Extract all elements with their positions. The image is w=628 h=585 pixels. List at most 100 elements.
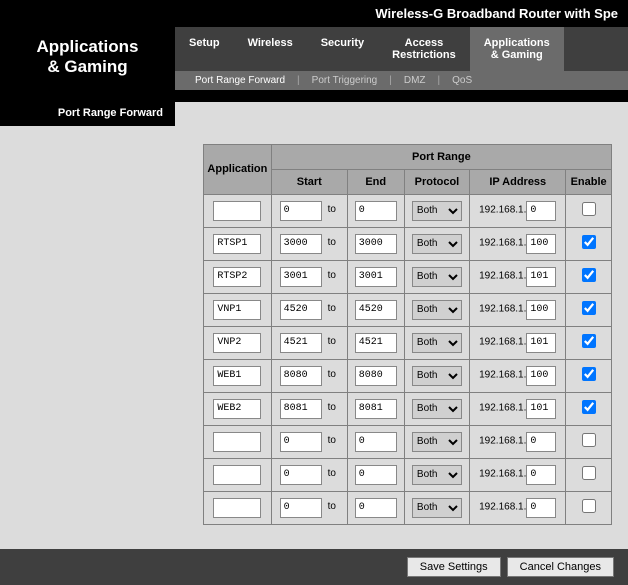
table-row: to Both192.168.1. — [204, 326, 612, 359]
protocol-select[interactable]: Both — [412, 234, 462, 254]
table-title: Port Range — [271, 144, 611, 169]
enable-checkbox[interactable] — [582, 235, 596, 249]
tab-wireless[interactable]: Wireless — [234, 27, 307, 71]
end-input[interactable] — [355, 498, 397, 518]
col-enable: Enable — [566, 169, 612, 194]
application-input[interactable] — [213, 333, 261, 353]
application-input[interactable] — [213, 465, 261, 485]
content-row: Application Port Range Start End Protoco… — [0, 126, 628, 549]
tab-access[interactable]: Access Restrictions — [378, 27, 470, 71]
col-ip: IP Address — [470, 169, 566, 194]
ip-prefix: 192.168.1. — [479, 435, 526, 446]
application-input[interactable] — [213, 498, 261, 518]
col-protocol: Protocol — [404, 169, 470, 194]
table-row: to Both192.168.1. — [204, 293, 612, 326]
end-input[interactable] — [355, 300, 397, 320]
end-input[interactable] — [355, 432, 397, 452]
nav: Setup Wireless Security Access Restricti… — [175, 27, 628, 102]
start-input[interactable] — [280, 234, 322, 254]
ip-prefix: 192.168.1. — [479, 237, 526, 248]
start-input[interactable] — [280, 465, 322, 485]
cancel-button[interactable]: Cancel Changes — [507, 557, 614, 577]
ip-input[interactable] — [526, 234, 556, 254]
save-button[interactable]: Save Settings — [407, 557, 501, 577]
application-input[interactable] — [213, 300, 261, 320]
enable-checkbox[interactable] — [582, 202, 596, 216]
ip-prefix: 192.168.1. — [479, 468, 526, 479]
start-input[interactable] — [280, 267, 322, 287]
start-input[interactable] — [280, 399, 322, 419]
start-input[interactable] — [280, 498, 322, 518]
tab-setup[interactable]: Setup — [175, 27, 234, 71]
enable-checkbox[interactable] — [582, 301, 596, 315]
table-row: to Both192.168.1. — [204, 491, 612, 524]
subtab-port-triggering[interactable]: Port Triggering — [300, 75, 390, 86]
enable-checkbox[interactable] — [582, 433, 596, 447]
end-input[interactable] — [355, 465, 397, 485]
enable-checkbox[interactable] — [582, 367, 596, 381]
end-input[interactable] — [355, 267, 397, 287]
application-input[interactable] — [213, 201, 261, 221]
enable-checkbox[interactable] — [582, 466, 596, 480]
end-input[interactable] — [355, 201, 397, 221]
application-input[interactable] — [213, 366, 261, 386]
ip-input[interactable] — [526, 498, 556, 518]
application-input[interactable] — [213, 234, 261, 254]
application-input[interactable] — [213, 267, 261, 287]
to-label: to — [325, 468, 339, 479]
start-input[interactable] — [280, 300, 322, 320]
protocol-select[interactable]: Both — [412, 201, 462, 221]
ip-input[interactable] — [526, 399, 556, 419]
protocol-select[interactable]: Both — [412, 366, 462, 386]
application-input[interactable] — [213, 432, 261, 452]
sub-tabs: Port Range Forward | Port Triggering | D… — [175, 71, 628, 90]
ip-input[interactable] — [526, 333, 556, 353]
end-input[interactable] — [355, 333, 397, 353]
table-row: to Both 192.168.1. — [204, 458, 612, 491]
ip-prefix: 192.168.1. — [479, 336, 526, 347]
enable-checkbox[interactable] — [582, 499, 596, 513]
table-row: to Both192.168.1. — [204, 359, 612, 392]
subtab-dmz[interactable]: DMZ — [392, 75, 438, 86]
protocol-select[interactable]: Both — [412, 465, 462, 485]
to-label: to — [325, 435, 339, 446]
to-label: to — [325, 270, 339, 281]
start-input[interactable] — [280, 366, 322, 386]
brand-label: Applications & Gaming — [0, 27, 175, 102]
subtab-port-range-forward[interactable]: Port Range Forward — [183, 75, 297, 86]
application-input[interactable] — [213, 399, 261, 419]
enable-checkbox[interactable] — [582, 334, 596, 348]
to-label: to — [325, 204, 339, 215]
ip-input[interactable] — [526, 201, 556, 221]
start-input[interactable] — [280, 432, 322, 452]
page-title: Port Range Forward — [0, 102, 175, 126]
protocol-select[interactable]: Both — [412, 498, 462, 518]
ip-input[interactable] — [526, 432, 556, 452]
protocol-select[interactable]: Both — [412, 300, 462, 320]
protocol-select[interactable]: Both — [412, 399, 462, 419]
enable-checkbox[interactable] — [582, 268, 596, 282]
start-input[interactable] — [280, 333, 322, 353]
ip-prefix: 192.168.1. — [479, 501, 526, 512]
brand-line1: Applications — [36, 37, 138, 56]
ip-input[interactable] — [526, 300, 556, 320]
subtab-qos[interactable]: QoS — [440, 75, 484, 86]
protocol-select[interactable]: Both — [412, 333, 462, 353]
end-input[interactable] — [355, 234, 397, 254]
tab-security[interactable]: Security — [307, 27, 378, 71]
ip-prefix: 192.168.1. — [479, 270, 526, 281]
ip-input[interactable] — [526, 465, 556, 485]
ip-input[interactable] — [526, 366, 556, 386]
end-input[interactable] — [355, 366, 397, 386]
end-input[interactable] — [355, 399, 397, 419]
to-label: to — [325, 303, 339, 314]
protocol-select[interactable]: Both — [412, 267, 462, 287]
table-row: to Both 192.168.1. — [204, 425, 612, 458]
tab-apps-gaming[interactable]: Applications & Gaming — [470, 27, 564, 71]
enable-checkbox[interactable] — [582, 400, 596, 414]
start-input[interactable] — [280, 201, 322, 221]
ip-input[interactable] — [526, 267, 556, 287]
main-tabs: Setup Wireless Security Access Restricti… — [175, 27, 628, 71]
table-row: to Both192.168.1. — [204, 194, 612, 227]
protocol-select[interactable]: Both — [412, 432, 462, 452]
